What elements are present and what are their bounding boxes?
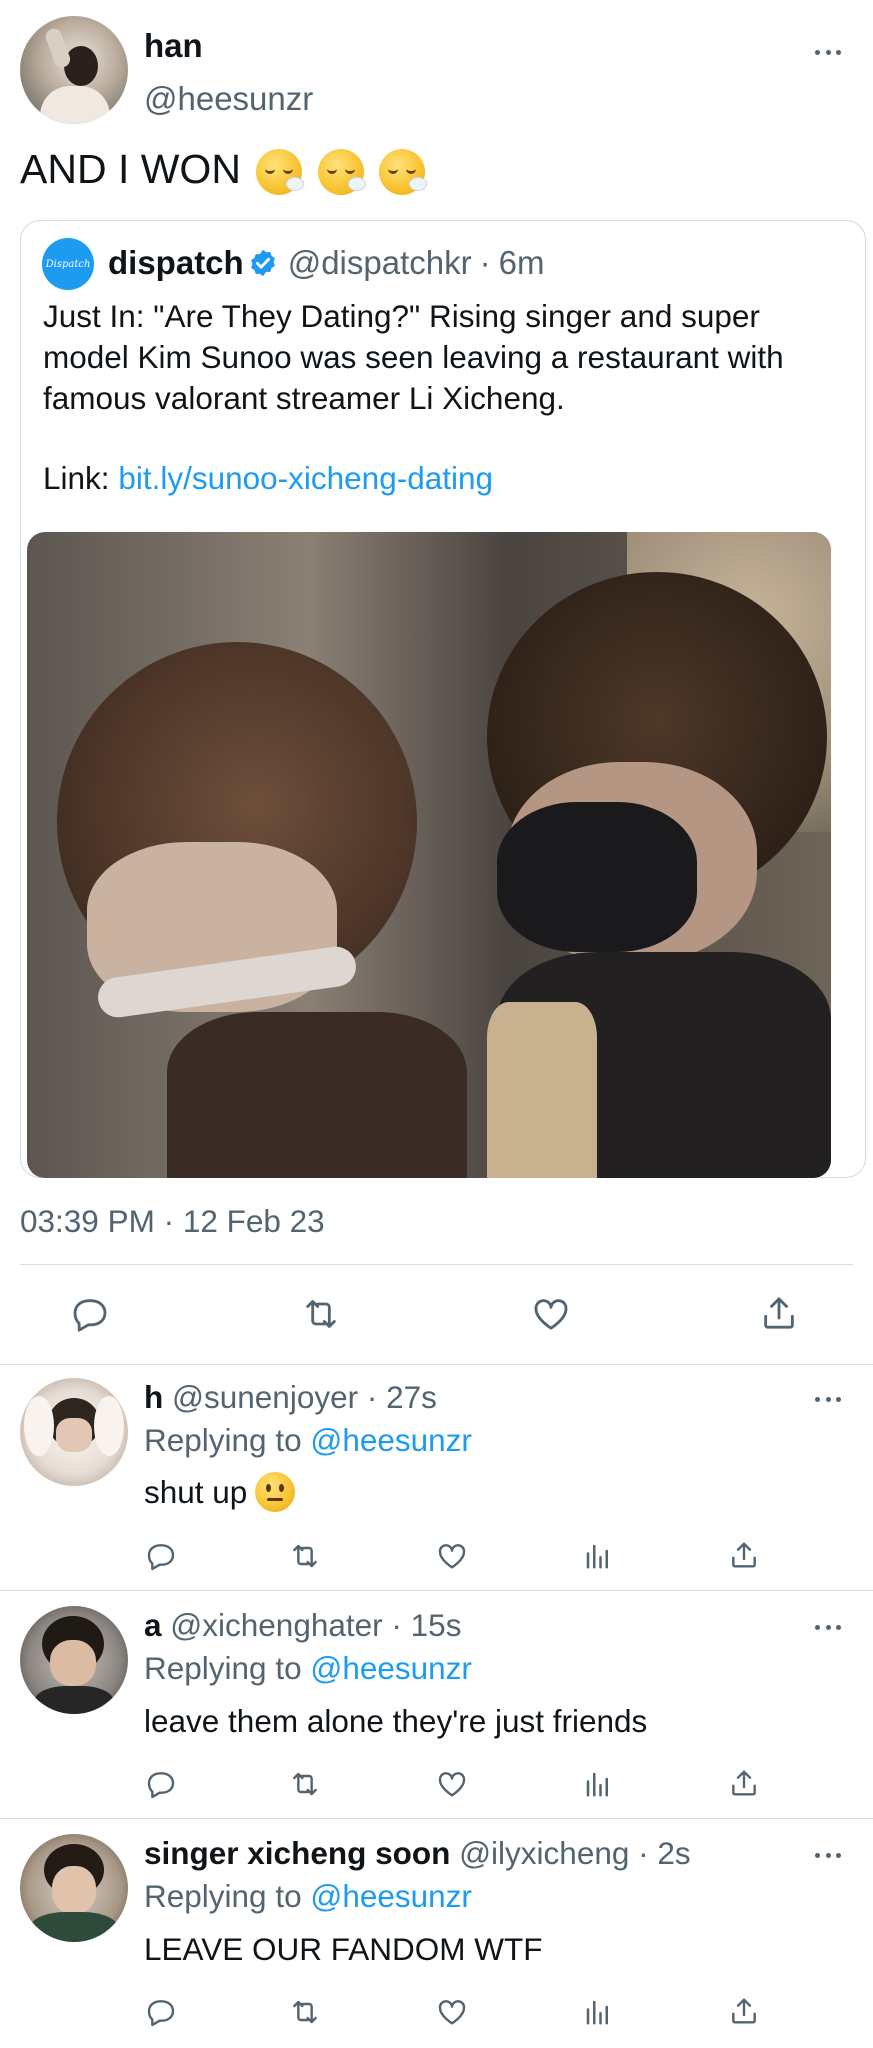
reply-header: singer xicheng soon @ilyxicheng · 2s [144, 1835, 691, 1872]
reply-display-name[interactable]: a [144, 1607, 162, 1643]
quoted-tweet-photo[interactable] [27, 532, 831, 1178]
replying-to-label: Replying to [144, 1650, 302, 1686]
reply-icon[interactable] [70, 1294, 110, 1334]
quoted-handle[interactable]: @dispatchkr [288, 244, 472, 282]
divider [0, 1590, 873, 1591]
dispatch-logo-text: Dispatch [45, 258, 91, 270]
divider [20, 1264, 853, 1265]
reply-avatar[interactable] [20, 1834, 128, 1942]
retweet-icon[interactable] [288, 1996, 322, 2028]
quoted-tweet-text: Just In: "Are They Dating?" Rising singe… [43, 298, 784, 416]
reply-avatar[interactable] [20, 1378, 128, 1486]
reply-handle[interactable]: @xichenghater [170, 1607, 382, 1643]
reply-time[interactable]: · 2s [638, 1835, 691, 1871]
share-icon[interactable] [728, 1538, 760, 1572]
replying-to-label: Replying to [144, 1878, 302, 1914]
like-icon[interactable] [436, 1540, 468, 1572]
analytics-icon[interactable] [583, 1540, 613, 1572]
quoted-link-line: Link: bit.ly/sunoo-xicheng-dating [43, 460, 493, 497]
reply-header: a @xichenghater · 15s [144, 1607, 461, 1644]
neutral-face-emoji [255, 1472, 296, 1512]
replying-to-handle[interactable]: @heesunzr [310, 1878, 472, 1914]
divider [0, 1818, 873, 1819]
reply-text: shut up [144, 1472, 296, 1512]
replying-to: Replying to @heesunzr [144, 1422, 472, 1459]
like-icon[interactable] [530, 1294, 572, 1334]
like-icon[interactable] [436, 1768, 468, 1800]
reply-icon[interactable] [145, 1768, 177, 1800]
quoted-display-name[interactable]: dispatch [108, 244, 244, 282]
reply-text-body: shut up [144, 1473, 248, 1510]
more-options-icon[interactable] [815, 1623, 841, 1631]
link-label: Link: [43, 460, 110, 496]
quoted-time[interactable]: 6m [499, 244, 545, 282]
face-exhaling-emoji [379, 149, 428, 196]
reply-display-name[interactable]: h [144, 1379, 163, 1415]
reply-icon[interactable] [145, 1996, 177, 2028]
tweet-text: AND I WON [20, 144, 428, 196]
tweet-text-body: AND I WON [20, 146, 241, 192]
reply-time[interactable]: · 27s [367, 1379, 437, 1415]
reply-avatar[interactable] [20, 1606, 128, 1714]
quoted-header: dispatch @dispatchkr · 6m [108, 244, 544, 282]
divider [0, 1364, 873, 1365]
replying-to: Replying to @heesunzr [144, 1650, 472, 1687]
replying-to-label: Replying to [144, 1422, 302, 1458]
more-options-icon[interactable] [815, 48, 841, 56]
author-display-name[interactable]: han [144, 27, 203, 65]
reply-handle[interactable]: @ilyxicheng [459, 1835, 629, 1871]
more-options-icon[interactable] [815, 1395, 841, 1403]
share-icon[interactable] [759, 1292, 799, 1334]
reply-icon[interactable] [145, 1540, 177, 1572]
share-icon[interactable] [728, 1766, 760, 1800]
reply-display-name[interactable]: singer xicheng soon [144, 1835, 450, 1871]
author-handle[interactable]: @heesunzr [144, 80, 313, 118]
share-icon[interactable] [728, 1994, 760, 2028]
reply-header: h @sunenjoyer · 27s [144, 1379, 437, 1416]
like-icon[interactable] [436, 1996, 468, 2028]
reply-text: LEAVE OUR FANDOM WTF [144, 1931, 543, 1967]
tweet-timestamp[interactable]: 03:39 PM · 12 Feb 23 [20, 1203, 325, 1240]
replying-to-handle[interactable]: @heesunzr [310, 1422, 472, 1458]
retweet-icon[interactable] [288, 1540, 322, 1572]
verified-badge-icon [250, 249, 275, 277]
dispatch-avatar[interactable]: Dispatch [42, 238, 94, 290]
analytics-icon[interactable] [583, 1768, 613, 1800]
author-avatar[interactable] [20, 16, 128, 124]
replying-to-handle[interactable]: @heesunzr [310, 1650, 472, 1686]
face-exhaling-emoji [256, 149, 305, 196]
quoted-separator: · [479, 244, 491, 281]
more-options-icon[interactable] [815, 1851, 841, 1859]
retweet-icon[interactable] [299, 1294, 343, 1334]
reply-handle[interactable]: @sunenjoyer [172, 1379, 358, 1415]
reply-text: leave them alone they're just friends [144, 1703, 648, 1739]
article-link[interactable]: bit.ly/sunoo-xicheng-dating [118, 460, 493, 496]
face-exhaling-emoji [317, 149, 366, 196]
retweet-icon[interactable] [288, 1768, 322, 1800]
analytics-icon[interactable] [583, 1996, 613, 2028]
replying-to: Replying to @heesunzr [144, 1878, 472, 1915]
reply-time[interactable]: · 15s [391, 1607, 461, 1643]
